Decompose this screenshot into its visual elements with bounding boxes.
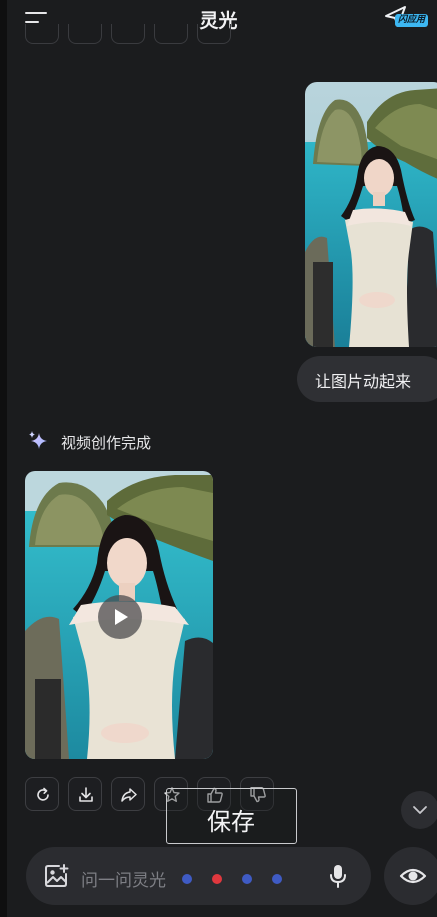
chat-input-bar[interactable]: 问一问灵光 [26,847,371,905]
left-edge [0,0,7,917]
save-popup[interactable]: 保存 [166,788,297,844]
user-message-bubble: 让图片动起来 [297,356,437,402]
scroll-to-bottom-button[interactable] [401,791,437,829]
image-add-icon[interactable] [43,863,69,889]
preview-button[interactable] [384,847,437,905]
voice-indicator-dot [182,874,192,884]
flash-app-badge: 闪应用 [395,14,429,27]
download-icon [79,787,93,802]
download-button[interactable] [68,777,102,811]
previous-action-button[interactable] [154,24,188,44]
eye-icon [399,868,427,884]
share-icon [121,788,137,802]
reply-status-text: 视频创作完成 [61,434,152,452]
microphone-icon[interactable] [328,863,348,889]
flash-app-button[interactable]: 闪应用 [383,4,433,30]
save-label: 保存 [207,808,255,836]
voice-indicator-dot [212,874,222,884]
generated-video[interactable] [25,471,213,759]
share-button[interactable] [111,777,145,811]
sparkle-icon [29,431,47,449]
previous-action-button[interactable] [197,24,231,44]
play-button[interactable] [98,595,142,639]
user-uploaded-image[interactable] [305,82,437,347]
app-screen: 灵光 闪应用 让图片动起来 视频创作完成 保存 问一问灵光 [0,0,437,917]
previous-action-button[interactable] [111,24,145,44]
chevron-down-icon [413,806,427,814]
chat-input-placeholder[interactable]: 问一问灵光 [81,866,166,891]
user-message-text: 让图片动起来 [315,372,412,391]
voice-indicator-dot [242,874,252,884]
previous-action-button[interactable] [25,24,59,44]
play-icon [115,609,128,625]
regenerate-icon [37,787,49,801]
previous-action-button[interactable] [68,24,102,44]
regenerate-button[interactable] [25,777,59,811]
voice-indicator-dot [272,874,282,884]
